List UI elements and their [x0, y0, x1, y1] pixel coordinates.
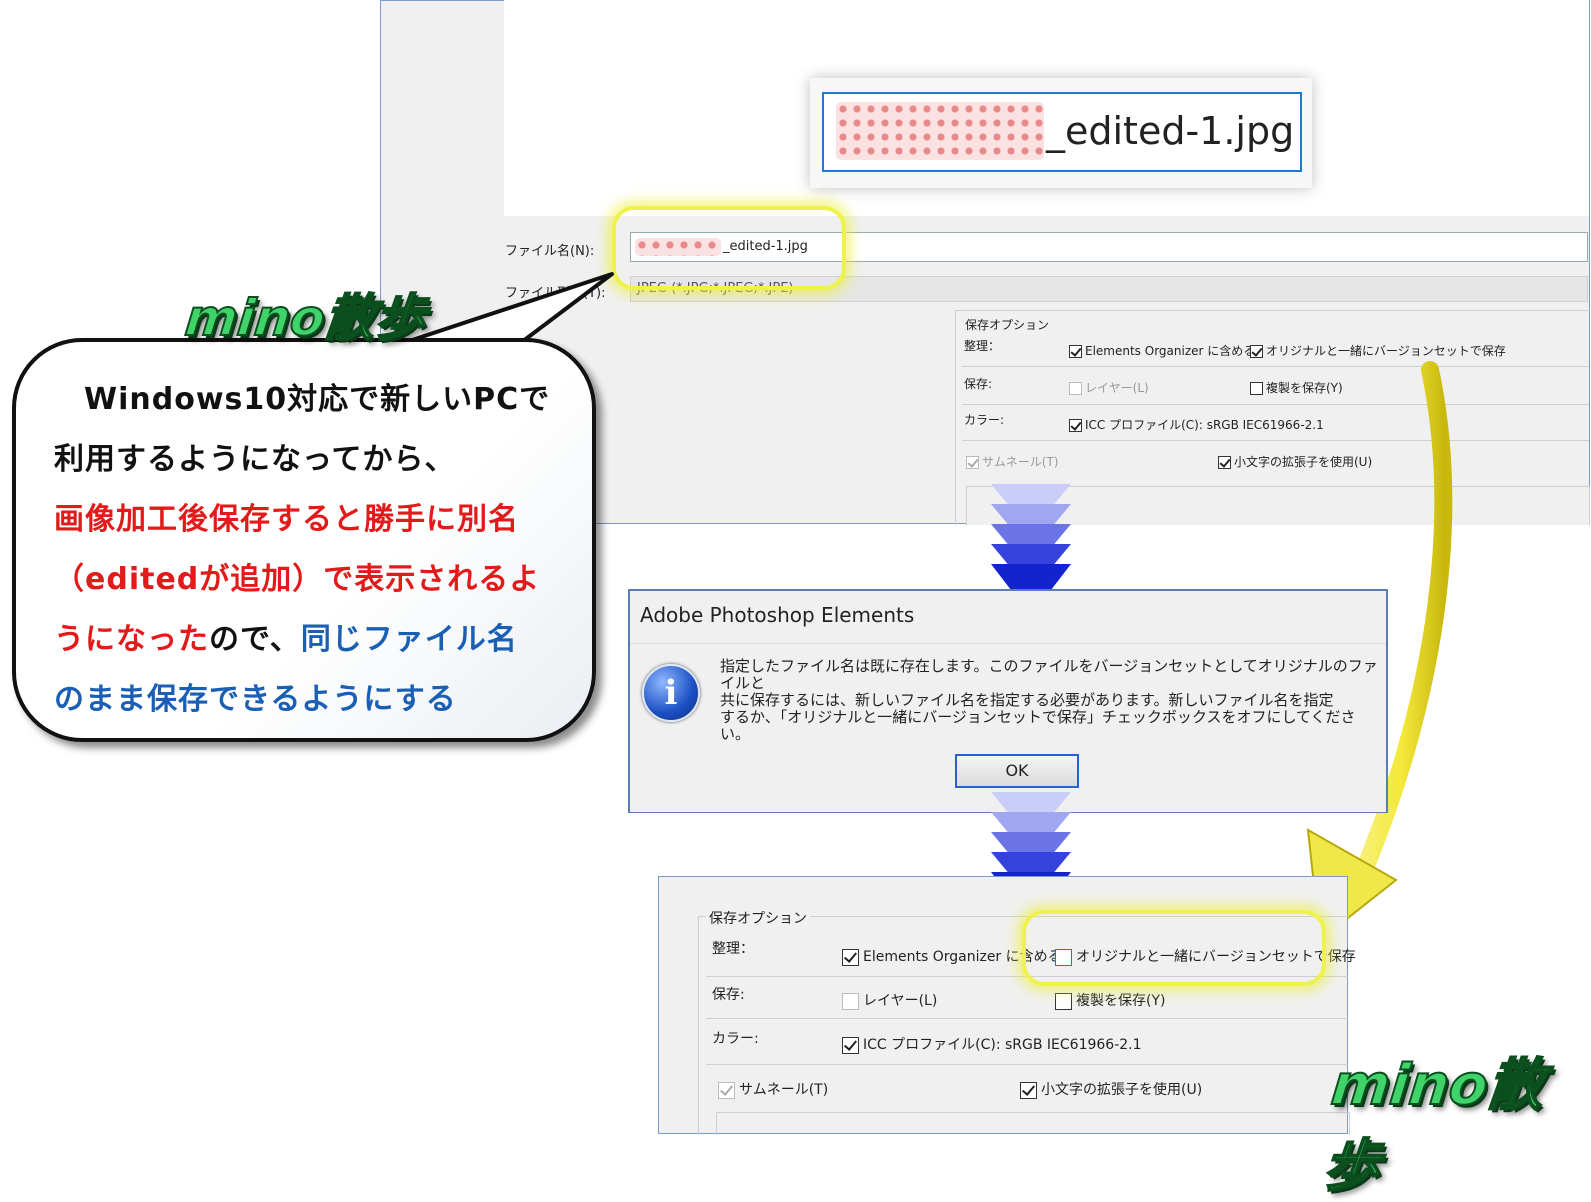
divider: [962, 366, 1589, 367]
thumbnail-label: サムネール(T): [739, 1082, 829, 1098]
redacted-filename-mask: [836, 102, 1044, 160]
layers-label: レイヤー(L): [1085, 381, 1149, 395]
down-chevrons-top: [991, 484, 1071, 590]
layers-option: レイヤー(L): [1069, 379, 1149, 396]
filename-label: ファイル名(N):: [505, 244, 595, 259]
as-copy-label: 複製を保存(Y): [1076, 993, 1166, 1009]
callout-line: うになったので、同じファイル名: [54, 610, 584, 670]
info-icon: i: [642, 664, 700, 722]
save-options-heading: 保存オプション: [962, 316, 1053, 333]
thumbnail-checkbox: [966, 456, 979, 469]
include-organizer-checkbox[interactable]: [1069, 345, 1082, 358]
icc-profile-label: ICC プロファイル(C): sRGB IEC61966-2.1: [863, 1037, 1142, 1053]
version-set-label: オリジナルと一緒にバージョンセットで保存: [1266, 344, 1506, 358]
save-label: 保存:: [964, 377, 993, 391]
include-organizer-checkbox[interactable]: [842, 948, 859, 966]
icc-profile-label: ICC プロファイル(C): sRGB IEC61966-2.1: [1085, 418, 1324, 432]
layers-checkbox: [1069, 382, 1082, 395]
alert-message: 指定したファイル名は既に存在します。このファイルをバージョンセットとしてオリジナ…: [720, 658, 1380, 743]
organize-label: 整理：: [712, 941, 754, 957]
icc-profile-option[interactable]: ICC プロファイル(C): sRGB IEC61966-2.1: [1069, 416, 1324, 433]
thumbnail-label: サムネール(T): [982, 455, 1059, 469]
callout-segment-black: ので、: [209, 622, 301, 657]
divider: [962, 440, 1589, 441]
icc-profile-checkbox[interactable]: [1069, 419, 1082, 432]
icc-profile-checkbox[interactable]: [842, 1036, 859, 1054]
include-organizer-option[interactable]: Elements Organizer に含める: [1069, 342, 1255, 359]
alert-dialog: Adobe Photoshop Elements i 指定したファイル名は既に存…: [628, 589, 1388, 813]
color-label: カラー:: [712, 1031, 759, 1047]
save-options-heading: 保存オプション: [706, 908, 810, 928]
as-copy-checkbox[interactable]: [1250, 382, 1263, 395]
zoomed-filename-field: _edited-1.jpg: [822, 92, 1302, 172]
lowercase-ext-checkbox[interactable]: [1218, 456, 1231, 469]
version-set-highlight-ring: [1022, 910, 1326, 986]
alert-message-line: するか、「オリジナルと一緒にバージョンセットで保存」チェックボックスをオフにして…: [720, 708, 1356, 743]
thumbnail-option: サムネール(T): [718, 1079, 828, 1099]
options-footer-box: [716, 1112, 1350, 1135]
filename-highlight-ring: [612, 206, 846, 290]
ok-button[interactable]: OK: [955, 754, 1079, 788]
layers-label: レイヤー(L): [863, 993, 938, 1009]
lowercase-ext-label: 小文字の拡張子を使用(U): [1041, 1082, 1203, 1098]
save-label: 保存:: [712, 987, 745, 1003]
alert-title: Adobe Photoshop Elements: [640, 603, 915, 627]
divider: [962, 404, 1589, 405]
chevron-icon: [991, 564, 1071, 590]
version-set-checkbox[interactable]: [1250, 345, 1263, 358]
callout-segment-blue: 同じファイル名: [300, 622, 518, 657]
organize-label: 整理：: [964, 339, 1001, 353]
callout-segment-red: うになった: [54, 622, 209, 657]
as-copy-checkbox[interactable]: [1055, 992, 1072, 1010]
callout-line: Windows10対応で新しいPCで: [84, 382, 551, 417]
alert-message-line: 指定したファイル名は既に存在します。このファイルをバージョンセットとしてオリジナ…: [720, 657, 1378, 692]
filename-zoom-callout: _edited-1.jpg: [810, 78, 1312, 188]
alert-body: i 指定したファイル名は既に存在します。このファイルをバージョンセットとしてオリ…: [630, 643, 1386, 812]
site-logo-watermark: mino散歩: [1319, 1052, 1548, 1200]
as-copy-option[interactable]: 複製を保存(Y): [1055, 990, 1165, 1010]
lowercase-ext-checkbox[interactable]: [1020, 1081, 1037, 1099]
divider: [706, 1018, 1348, 1019]
callout-line: （editedが追加）で表示されるよ: [54, 562, 541, 597]
layers-option: レイヤー(L): [842, 990, 937, 1010]
version-set-option[interactable]: オリジナルと一緒にバージョンセットで保存: [1250, 342, 1506, 359]
site-logo: mino散歩: [182, 288, 429, 348]
include-organizer-label: Elements Organizer に含める: [1085, 344, 1256, 358]
explanation-text: Windows10対応で新しいPCで 利用するようになってから、 画像加工後保存…: [54, 370, 584, 730]
color-label: カラー:: [964, 413, 1005, 427]
explanation-speech-bubble: Windows10対応で新しいPCで 利用するようになってから、 画像加工後保存…: [12, 338, 596, 742]
icc-profile-option[interactable]: ICC プロファイル(C): sRGB IEC61966-2.1: [842, 1034, 1142, 1054]
callout-line: 利用するようになってから、: [54, 442, 456, 477]
thumbnail-option: サムネール(T): [966, 453, 1058, 470]
alert-message-line: 共に保存するには、新しいファイル名を指定する必要があります。新しいファイル名を指…: [720, 691, 1334, 709]
divider: [706, 1064, 1348, 1065]
layers-checkbox: [842, 992, 859, 1010]
callout-line: のまま保存できるようにする: [54, 682, 457, 717]
zoomed-filename-text: _edited-1.jpg: [1046, 109, 1295, 153]
callout-line: 画像加工後保存すると勝手に別名: [54, 502, 519, 537]
thumbnail-checkbox: [718, 1081, 735, 1099]
lowercase-ext-option[interactable]: 小文字の拡張子を使用(U): [1020, 1079, 1202, 1099]
